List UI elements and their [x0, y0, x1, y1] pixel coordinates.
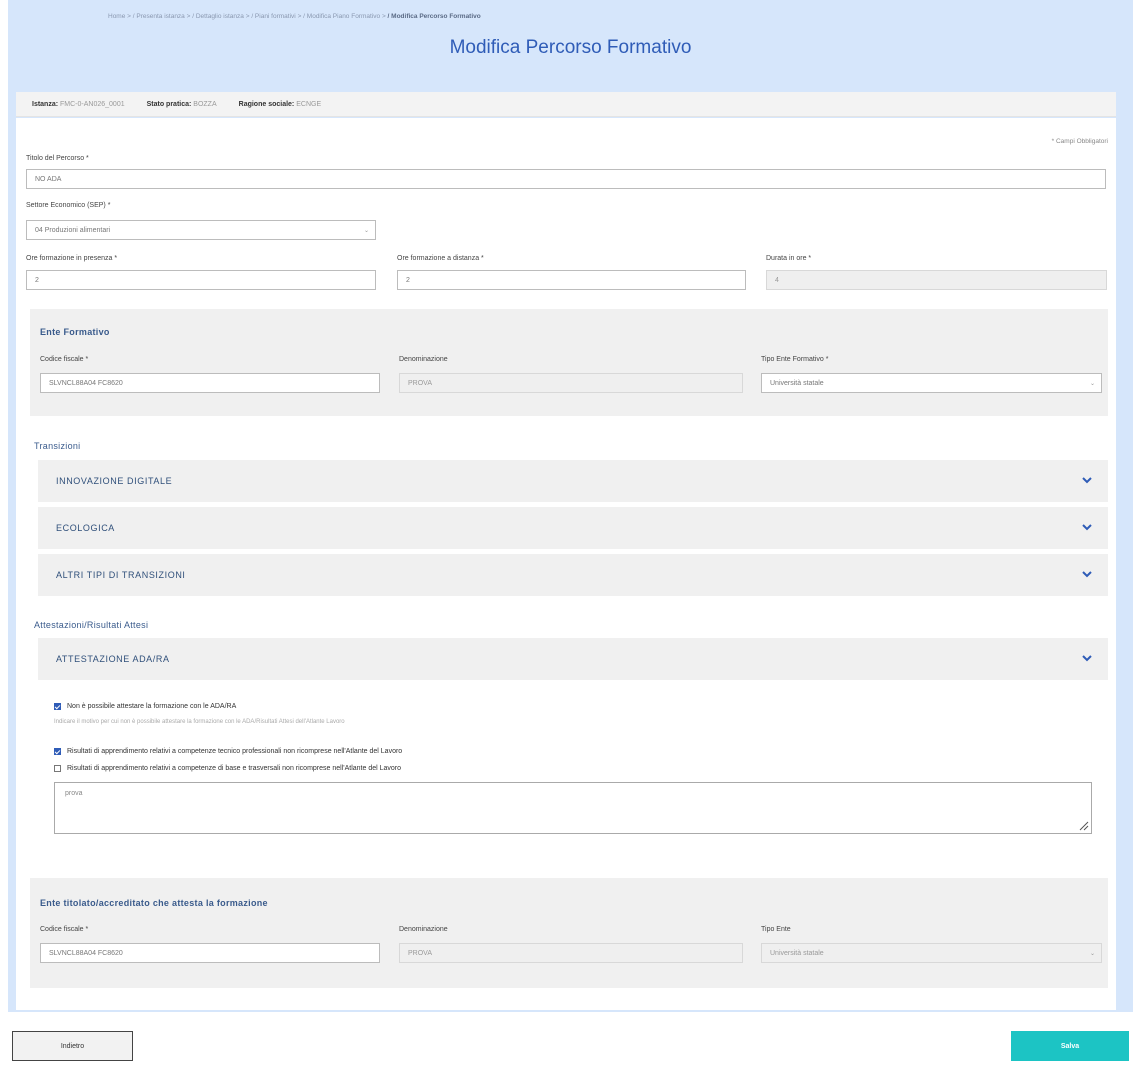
stato-value: BOZZA [193, 100, 217, 108]
titolato-denominazione-input: PROVA [399, 943, 743, 963]
ragione-value: ECNGE [296, 100, 322, 108]
ore-distanza-input[interactable]: 2 [397, 270, 746, 290]
opt2-checkbox[interactable] [54, 765, 61, 772]
breadcrumb-separator: > [127, 13, 131, 20]
breadcrumb-current: / Modifica Percorso Formativo [387, 13, 481, 20]
form-panel: * Campi Obbligatori Titolo del Percorso … [16, 118, 1116, 1010]
back-button[interactable]: Indietro [12, 1031, 133, 1061]
accordion-innovazione-digitale[interactable]: INNOVAZIONE DIGITALE [38, 460, 1108, 502]
ente-cf-label: Codice fiscale * [40, 356, 89, 363]
ente-denominazione-label: Denominazione [399, 356, 448, 363]
ore-presenza-label: Ore formazione in presenza * [26, 255, 118, 262]
durata-input: 4 [766, 270, 1107, 290]
opt2-label: Risultati di apprendimento relativi a co… [67, 765, 402, 772]
chevron-down-icon [1080, 473, 1094, 487]
chevron-down-icon: ⌄ [1089, 381, 1095, 387]
required-fields-note: * Campi Obbligatori [1051, 138, 1108, 145]
titolo-input[interactable]: NO ADA [26, 169, 1106, 189]
ente-tipo-label: Tipo Ente Formativo * [761, 356, 829, 363]
breadcrumb-piani-formativi[interactable]: / Piani formativi [251, 13, 295, 20]
ragione-label: Ragione sociale: [238, 100, 295, 108]
settore-select[interactable]: 04 Produzioni alimentari ⌄ [26, 220, 376, 240]
opt1-checkbox-row[interactable]: Risultati di apprendimento relativi a co… [54, 748, 402, 755]
accordion-label: ALTRI TIPI DI TRANSIZIONI [56, 570, 186, 580]
opt1-checkbox[interactable] [54, 748, 61, 755]
chevron-down-icon: ⌄ [1089, 951, 1095, 957]
non-possibile-checkbox-row[interactable]: Non è possibile attestare la formazione … [54, 703, 236, 710]
motivazione-textarea[interactable]: prova [54, 782, 1092, 834]
motivazione-textarea-value: prova [65, 790, 83, 797]
accordion-label: INNOVAZIONE DIGITALE [56, 476, 173, 486]
breadcrumb-separator: > [186, 13, 191, 20]
chevron-down-icon [1080, 567, 1094, 581]
non-possibile-label: Non è possibile attestare la formazione … [67, 703, 237, 710]
stato-label: Stato pratica: [146, 100, 192, 108]
settore-select-value: 04 Produzioni alimentari [35, 226, 111, 234]
ente-denominazione-input: PROVA [399, 373, 743, 393]
non-possibile-checkbox[interactable] [54, 703, 61, 710]
attestazioni-title: Attestazioni/Risultati Attesi [34, 620, 149, 630]
titolato-tipo-label: Tipo Ente [761, 926, 791, 933]
istanza-label: Istanza: [32, 100, 59, 108]
accordion-label: ECOLOGICA [56, 523, 115, 533]
accordion-altri-tipi[interactable]: ALTRI TIPI DI TRANSIZIONI [38, 554, 1108, 596]
instance-info-bar: Istanza: FMC-0-AN026_0001 Stato pratica:… [16, 92, 1116, 117]
breadcrumb-separator: > [245, 13, 250, 20]
page-header: Home > / Presenta istanza > / Dettaglio … [8, 0, 1133, 90]
resize-grip-icon[interactable] [1077, 819, 1089, 831]
breadcrumb: Home > / Presenta istanza > / Dettaglio … [108, 13, 481, 20]
ente-formativo-title: Ente Formativo [40, 327, 110, 337]
non-possibile-hint: Indicare il motivo per cui non è possibi… [54, 719, 345, 725]
accordion-ecologica[interactable]: ECOLOGICA [38, 507, 1108, 549]
chevron-down-icon [1080, 520, 1094, 534]
chevron-down-icon [1080, 651, 1094, 665]
opt2-checkbox-row[interactable]: Risultati di apprendimento relativi a co… [54, 765, 401, 772]
breadcrumb-dettaglio-istanza[interactable]: / Dettaglio istanza [192, 13, 244, 20]
ente-tipo-select-value: Università statale [770, 379, 824, 387]
ente-tipo-select[interactable]: Università statale ⌄ [761, 373, 1102, 393]
ente-titolato-box: Ente titolato/accreditato che attesta la… [30, 878, 1108, 988]
breadcrumb-modifica-piano[interactable]: / Modifica Piano Formativo [303, 13, 380, 20]
titolato-tipo-select-value: Università statale [770, 949, 824, 957]
durata-label: Durata in ore * [766, 255, 812, 262]
accordion-label: ATTESTAZIONE ADA/RA [56, 654, 170, 664]
save-button[interactable]: Salva [1011, 1031, 1129, 1061]
titolato-cf-input[interactable]: SLVNCL88A04 FC8620 [40, 943, 380, 963]
titolato-tipo-select: Università statale ⌄ [761, 943, 1102, 963]
accordion-attestazione-ada[interactable]: ATTESTAZIONE ADA/RA [38, 638, 1108, 680]
breadcrumb-separator: > [381, 13, 386, 20]
settore-label: Settore Economico (SEP) * [26, 202, 111, 209]
breadcrumb-separator: > [297, 13, 302, 20]
titolato-denominazione-label: Denominazione [399, 926, 448, 933]
ente-cf-input[interactable]: SLVNCL88A04 FC8620 [40, 373, 380, 393]
transizioni-title: Transizioni [34, 441, 81, 451]
breadcrumb-presenta-istanza[interactable]: / Presenta istanza [133, 13, 185, 20]
ore-distanza-label: Ore formazione a distanza * [397, 255, 484, 262]
titolato-cf-label: Codice fiscale * [40, 926, 89, 933]
breadcrumb-home[interactable]: Home [108, 13, 125, 20]
istanza-value: FMC-0-AN026_0001 [60, 100, 125, 108]
ore-presenza-input[interactable]: 2 [26, 270, 376, 290]
opt1-label: Risultati di apprendimento relativi a co… [67, 748, 403, 755]
chevron-down-icon: ⌄ [363, 228, 369, 234]
ente-formativo-box: Ente Formativo Codice fiscale * SLVNCL88… [30, 309, 1108, 416]
ente-titolato-title: Ente titolato/accreditato che attesta la… [40, 898, 268, 908]
page-title: Modifica Percorso Formativo [449, 37, 692, 58]
titolo-label: Titolo del Percorso * [26, 155, 89, 162]
